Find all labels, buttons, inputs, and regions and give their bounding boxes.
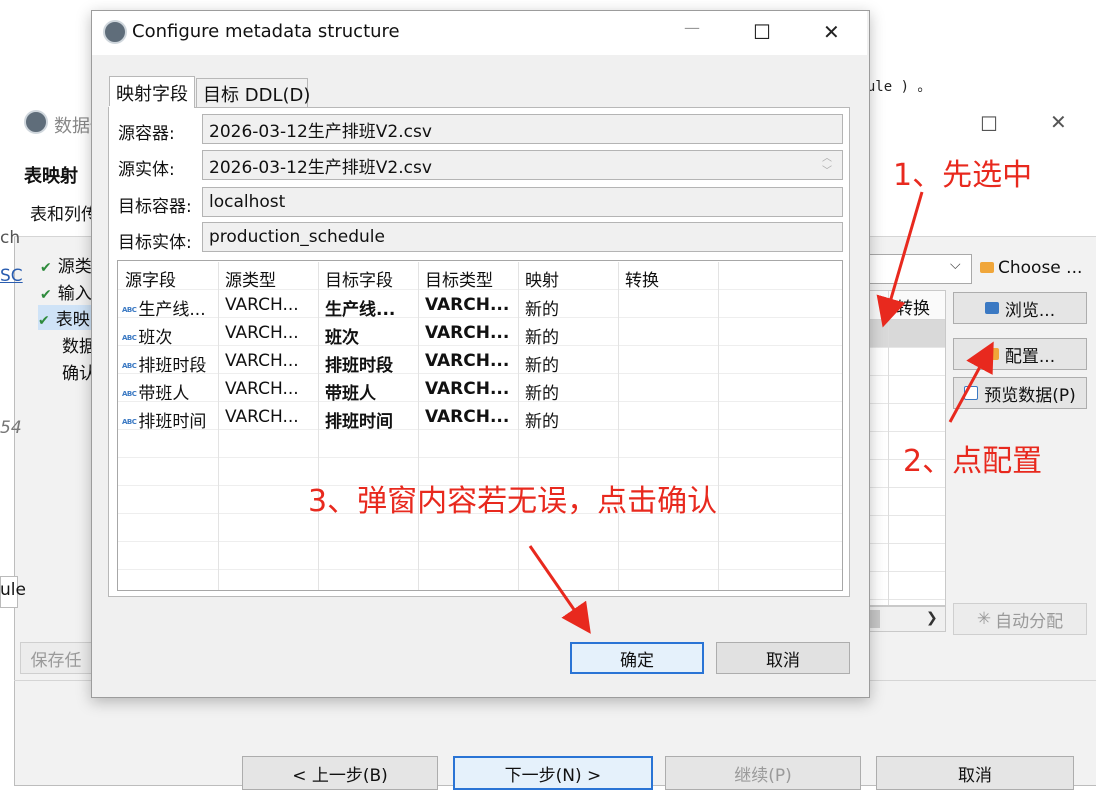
arrow-to-configure-button <box>948 341 994 423</box>
arrow-to-ok-button <box>528 545 591 634</box>
annotation-arrows <box>528 191 994 634</box>
arrow-to-grid-row <box>876 191 924 328</box>
